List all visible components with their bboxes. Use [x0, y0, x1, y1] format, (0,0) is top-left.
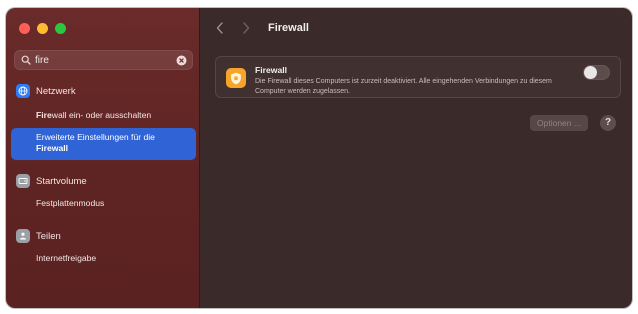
- result-label: Internetfreigabe: [36, 253, 97, 263]
- firewall-setting-row: Firewall Die Firewall dieses Computers i…: [215, 56, 621, 98]
- match-highlight: Firewall: [36, 143, 68, 153]
- options-button[interactable]: Optionen ...: [530, 115, 588, 131]
- page-title: Firewall: [268, 22, 309, 34]
- sidebar-category-label: Netzwerk: [36, 85, 76, 97]
- firewall-toggle[interactable]: [583, 65, 610, 80]
- share-icon: [16, 229, 30, 243]
- search-result-firewall-advanced[interactable]: Erweiterte Einstellungen für die Firewal…: [36, 132, 155, 154]
- sidebar-category-teilen[interactable]: Teilen: [16, 229, 61, 243]
- search-result-firewall-toggle[interactable]: Firewall ein- oder ausschalten: [36, 110, 151, 121]
- search-result-internet-sharing[interactable]: Internetfreigabe: [36, 253, 96, 264]
- forward-button[interactable]: [238, 20, 254, 36]
- firewall-shield-icon: [226, 68, 246, 88]
- sidebar-category-label: Startvolume: [36, 175, 87, 187]
- search-icon: [17, 55, 35, 65]
- toolbar: Firewall: [200, 8, 632, 48]
- globe-icon: [16, 84, 30, 98]
- help-button[interactable]: ?: [600, 115, 616, 131]
- result-label: wall ein- oder ausschalten: [51, 110, 152, 120]
- search-input[interactable]: [35, 51, 173, 69]
- window-controls: [19, 23, 66, 34]
- sidebar-category-startvolume[interactable]: Startvolume: [16, 174, 87, 188]
- setting-title: Firewall: [255, 65, 287, 75]
- main-pane: Firewall Firewall Die Firewall dieses Co…: [200, 8, 632, 308]
- sidebar-category-netzwerk[interactable]: Netzwerk: [16, 84, 76, 98]
- setting-description: Die Firewall dieses Computers ist zurzei…: [255, 78, 552, 95]
- settings-window: Netzwerk Firewall ein- oder ausschalten …: [6, 8, 632, 308]
- search-field[interactable]: [14, 50, 193, 70]
- result-label: Festplattenmodus: [36, 198, 105, 208]
- search-result-target-disk-mode[interactable]: Festplattenmodus: [36, 198, 104, 209]
- match-highlight: Fire: [36, 110, 52, 120]
- minimize-button[interactable]: [37, 23, 48, 34]
- drive-icon: [16, 174, 30, 188]
- sidebar-category-label: Teilen: [36, 230, 61, 242]
- clear-search-icon[interactable]: [173, 55, 189, 66]
- back-button[interactable]: [212, 20, 228, 36]
- zoom-button[interactable]: [55, 23, 66, 34]
- close-button[interactable]: [19, 23, 30, 34]
- result-label: Erweiterte Einstellungen für die: [36, 132, 155, 142]
- toggle-knob: [584, 66, 597, 79]
- sidebar: Netzwerk Firewall ein- oder ausschalten …: [6, 8, 200, 308]
